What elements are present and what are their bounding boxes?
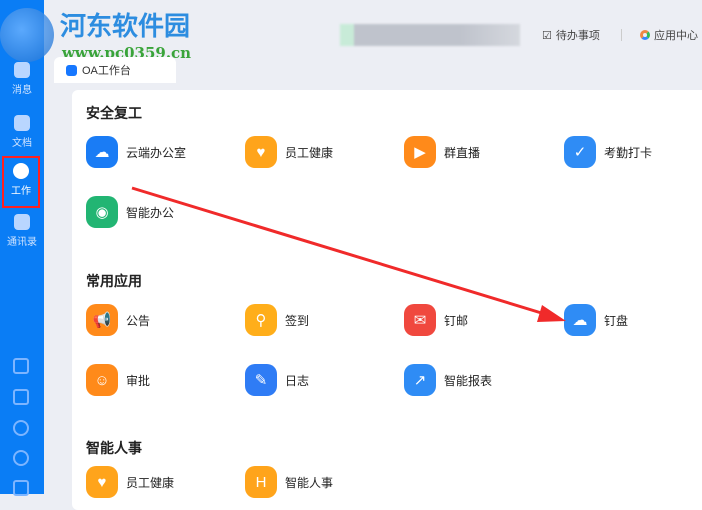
red-arrow-annotation bbox=[131, 186, 566, 322]
